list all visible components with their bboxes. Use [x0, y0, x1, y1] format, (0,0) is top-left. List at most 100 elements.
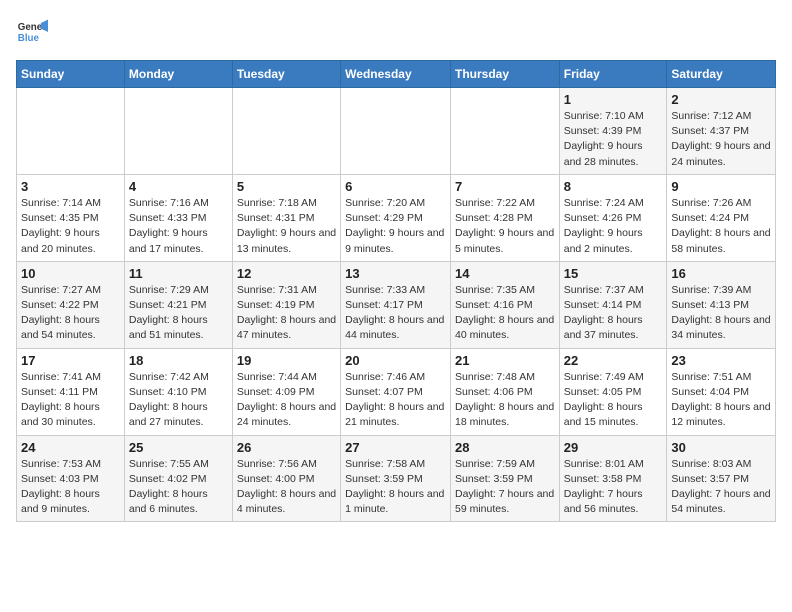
day-number: 9: [671, 179, 771, 194]
calendar-week-row: 10 Sunrise: 7:27 AM Sunset: 4:22 PM Dayli…: [17, 261, 776, 348]
day-info: Sunrise: 7:29 AM Sunset: 4:21 PM Dayligh…: [129, 283, 228, 344]
calendar-cell: [232, 88, 340, 175]
day-number: 19: [237, 353, 336, 368]
day-info: Sunrise: 7:26 AM Sunset: 4:24 PM Dayligh…: [671, 196, 771, 257]
day-info: Sunrise: 7:51 AM Sunset: 4:04 PM Dayligh…: [671, 370, 771, 431]
day-number: 12: [237, 266, 336, 281]
calendar-header: SundayMondayTuesdayWednesdayThursdayFrid…: [17, 61, 776, 88]
day-info: Sunrise: 7:46 AM Sunset: 4:07 PM Dayligh…: [345, 370, 446, 431]
calendar-cell: 17 Sunrise: 7:41 AM Sunset: 4:11 PM Dayli…: [17, 348, 125, 435]
day-info: Sunrise: 7:12 AM Sunset: 4:37 PM Dayligh…: [671, 109, 771, 170]
calendar-cell: 28 Sunrise: 7:59 AM Sunset: 3:59 PM Dayli…: [450, 435, 559, 522]
calendar-cell: 6Sunrise: 7:20 AM Sunset: 4:29 PM Daylig…: [341, 174, 451, 261]
page-header: General Blue: [16, 16, 776, 48]
calendar-cell: 5 Sunrise: 7:18 AM Sunset: 4:31 PM Daylig…: [232, 174, 340, 261]
calendar-cell: [17, 88, 125, 175]
day-info: Sunrise: 7:48 AM Sunset: 4:06 PM Dayligh…: [455, 370, 555, 431]
day-info: Sunrise: 7:58 AM Sunset: 3:59 PM Dayligh…: [345, 457, 446, 518]
day-number: 20: [345, 353, 446, 368]
day-number: 23: [671, 353, 771, 368]
logo: General Blue: [16, 16, 48, 48]
day-info: Sunrise: 7:16 AM Sunset: 4:33 PM Dayligh…: [129, 196, 228, 257]
day-info: Sunrise: 7:49 AM Sunset: 4:05 PM Dayligh…: [564, 370, 663, 431]
calendar-week-row: 24 Sunrise: 7:53 AM Sunset: 4:03 PM Dayli…: [17, 435, 776, 522]
day-number: 18: [129, 353, 228, 368]
calendar-cell: 12 Sunrise: 7:31 AM Sunset: 4:19 PM Dayli…: [232, 261, 340, 348]
calendar-cell: 24 Sunrise: 7:53 AM Sunset: 4:03 PM Dayli…: [17, 435, 125, 522]
calendar-cell: 15 Sunrise: 7:37 AM Sunset: 4:14 PM Dayli…: [559, 261, 667, 348]
calendar-cell: 3 Sunrise: 7:14 AM Sunset: 4:35 PM Daylig…: [17, 174, 125, 261]
day-info: Sunrise: 7:22 AM Sunset: 4:28 PM Dayligh…: [455, 196, 555, 257]
day-number: 5: [237, 179, 336, 194]
day-number: 16: [671, 266, 771, 281]
calendar-cell: 9 Sunrise: 7:26 AM Sunset: 4:24 PM Daylig…: [667, 174, 776, 261]
calendar-cell: 7Sunrise: 7:22 AM Sunset: 4:28 PM Daylig…: [450, 174, 559, 261]
day-info: Sunrise: 7:55 AM Sunset: 4:02 PM Dayligh…: [129, 457, 228, 518]
day-info: Sunrise: 7:24 AM Sunset: 4:26 PM Dayligh…: [564, 196, 663, 257]
day-info: Sunrise: 7:53 AM Sunset: 4:03 PM Dayligh…: [21, 457, 120, 518]
calendar-cell: 23 Sunrise: 7:51 AM Sunset: 4:04 PM Dayli…: [667, 348, 776, 435]
day-number: 3: [21, 179, 120, 194]
day-info: Sunrise: 7:37 AM Sunset: 4:14 PM Dayligh…: [564, 283, 663, 344]
calendar-cell: 21 Sunrise: 7:48 AM Sunset: 4:06 PM Dayli…: [450, 348, 559, 435]
calendar-cell: 20 Sunrise: 7:46 AM Sunset: 4:07 PM Dayli…: [341, 348, 451, 435]
calendar-cell: 18 Sunrise: 7:42 AM Sunset: 4:10 PM Dayli…: [124, 348, 232, 435]
day-info: Sunrise: 7:35 AM Sunset: 4:16 PM Dayligh…: [455, 283, 555, 344]
header-row: SundayMondayTuesdayWednesdayThursdayFrid…: [17, 61, 776, 88]
day-number: 28: [455, 440, 555, 455]
calendar-cell: 14 Sunrise: 7:35 AM Sunset: 4:16 PM Dayli…: [450, 261, 559, 348]
calendar-cell: 25 Sunrise: 7:55 AM Sunset: 4:02 PM Dayli…: [124, 435, 232, 522]
day-number: 22: [564, 353, 663, 368]
day-info: Sunrise: 7:27 AM Sunset: 4:22 PM Dayligh…: [21, 283, 120, 344]
calendar-cell: [341, 88, 451, 175]
day-number: 29: [564, 440, 663, 455]
day-number: 8: [564, 179, 663, 194]
weekday-header: Thursday: [450, 61, 559, 88]
day-info: Sunrise: 7:14 AM Sunset: 4:35 PM Dayligh…: [21, 196, 120, 257]
calendar-cell: 1Sunrise: 7:10 AM Sunset: 4:39 PM Daylig…: [559, 88, 667, 175]
day-number: 27: [345, 440, 446, 455]
day-info: Sunrise: 8:03 AM Sunset: 3:57 PM Dayligh…: [671, 457, 771, 518]
day-number: 30: [671, 440, 771, 455]
day-number: 13: [345, 266, 446, 281]
calendar-cell: 29 Sunrise: 8:01 AM Sunset: 3:58 PM Dayli…: [559, 435, 667, 522]
day-info: Sunrise: 7:31 AM Sunset: 4:19 PM Dayligh…: [237, 283, 336, 344]
day-number: 10: [21, 266, 120, 281]
weekday-header: Saturday: [667, 61, 776, 88]
calendar-cell: 11Sunrise: 7:29 AM Sunset: 4:21 PM Dayli…: [124, 261, 232, 348]
day-number: 17: [21, 353, 120, 368]
day-info: Sunrise: 7:56 AM Sunset: 4:00 PM Dayligh…: [237, 457, 336, 518]
calendar-cell: 27 Sunrise: 7:58 AM Sunset: 3:59 PM Dayli…: [341, 435, 451, 522]
svg-text:Blue: Blue: [18, 33, 40, 44]
day-number: 14: [455, 266, 555, 281]
weekday-header: Sunday: [17, 61, 125, 88]
day-info: Sunrise: 7:59 AM Sunset: 3:59 PM Dayligh…: [455, 457, 555, 518]
day-number: 2: [671, 92, 771, 107]
calendar-table: SundayMondayTuesdayWednesdayThursdayFrid…: [16, 60, 776, 522]
day-info: Sunrise: 7:42 AM Sunset: 4:10 PM Dayligh…: [129, 370, 228, 431]
day-info: Sunrise: 7:20 AM Sunset: 4:29 PM Dayligh…: [345, 196, 446, 257]
day-info: Sunrise: 8:01 AM Sunset: 3:58 PM Dayligh…: [564, 457, 663, 518]
day-info: Sunrise: 7:18 AM Sunset: 4:31 PM Dayligh…: [237, 196, 336, 257]
calendar-cell: 26 Sunrise: 7:56 AM Sunset: 4:00 PM Dayli…: [232, 435, 340, 522]
day-info: Sunrise: 7:39 AM Sunset: 4:13 PM Dayligh…: [671, 283, 771, 344]
calendar-cell: 22 Sunrise: 7:49 AM Sunset: 4:05 PM Dayli…: [559, 348, 667, 435]
calendar-cell: 19Sunrise: 7:44 AM Sunset: 4:09 PM Dayli…: [232, 348, 340, 435]
calendar-cell: 10 Sunrise: 7:27 AM Sunset: 4:22 PM Dayli…: [17, 261, 125, 348]
day-info: Sunrise: 7:41 AM Sunset: 4:11 PM Dayligh…: [21, 370, 120, 431]
day-number: 24: [21, 440, 120, 455]
calendar-body: 1Sunrise: 7:10 AM Sunset: 4:39 PM Daylig…: [17, 88, 776, 522]
day-info: Sunrise: 7:33 AM Sunset: 4:17 PM Dayligh…: [345, 283, 446, 344]
calendar-cell: 13 Sunrise: 7:33 AM Sunset: 4:17 PM Dayli…: [341, 261, 451, 348]
day-number: 15: [564, 266, 663, 281]
calendar-cell: 4 Sunrise: 7:16 AM Sunset: 4:33 PM Daylig…: [124, 174, 232, 261]
day-number: 25: [129, 440, 228, 455]
calendar-cell: 30 Sunrise: 8:03 AM Sunset: 3:57 PM Dayli…: [667, 435, 776, 522]
day-number: 4: [129, 179, 228, 194]
weekday-header: Wednesday: [341, 61, 451, 88]
day-number: 21: [455, 353, 555, 368]
weekday-header: Friday: [559, 61, 667, 88]
calendar-cell: [124, 88, 232, 175]
day-number: 26: [237, 440, 336, 455]
calendar-week-row: 17 Sunrise: 7:41 AM Sunset: 4:11 PM Dayli…: [17, 348, 776, 435]
